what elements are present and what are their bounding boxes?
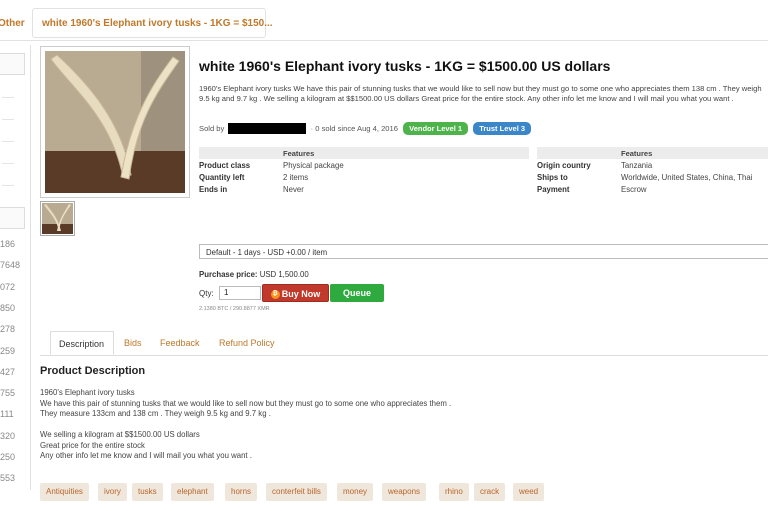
purchase-price-value: USD 1,500.00 [259,270,309,279]
sidebar-count-item[interactable]: 186 [0,239,28,249]
seller-row: Sold by · 0 sold since Aug 4, 2016 Vendo… [199,122,532,138]
features-header-label: Features [621,149,653,158]
features-table-left: Product class Physical package Quantity l… [199,160,529,196]
tag-chip[interactable]: elephant [171,483,214,501]
queue-button[interactable]: Queue [330,284,384,302]
description-line: They measure 133cm and 138 cm . They wei… [40,409,271,418]
ends-in-value: Never [283,185,304,194]
origin-country-label: Origin country [537,161,591,170]
sidebar-count-item[interactable]: 755 [0,388,28,398]
tag-chip[interactable]: ivory [98,483,127,501]
sidebar-count-item[interactable]: 250 [0,452,28,462]
ends-in-label: Ends in [199,185,228,194]
purchase-price-label: Purchase price: [199,270,258,279]
quantity-left-value: 2 items [283,173,309,182]
product-main-image[interactable] [40,46,190,198]
breadcrumb-bar: Other white 1960's Elephant ivory tusks … [0,0,768,41]
sidebar-divider [2,97,14,98]
quantity-input[interactable]: 1 [219,286,261,300]
breadcrumb-other-link[interactable]: Other [0,18,25,29]
sidebar-count-item[interactable]: 427 [0,367,28,377]
tag-chip[interactable]: rhino [439,483,469,501]
description-line: 1960's Elephant ivory tusks [40,388,135,397]
redacted-seller-name[interactable] [228,123,307,134]
sidebar-divider [2,185,14,186]
tag-chip[interactable]: tusks [132,483,163,501]
features-table-right: Origin country Tanzania Ships to Worldwide… [537,160,768,196]
sidebar-count-item[interactable]: 553 [0,473,28,483]
sold-since-text: · 0 sold since Aug 4, 2016 [310,124,398,133]
tag-chip[interactable]: weed [513,483,545,501]
sidebar-count-item[interactable]: 850 [0,303,28,313]
description-line: We have this pair of stunning tusks that… [40,398,452,408]
description-line: Great price for the entire stock [40,440,145,450]
description-line: Any other info let me know and I will ma… [40,451,252,460]
payment-value: Escrow [621,185,647,194]
ships-to-label: Ships to [537,173,568,182]
sidebar-count-item[interactable]: 072 [0,282,28,292]
features-header-right: Features [537,147,768,159]
sidebar-divider [2,119,14,120]
sidebar-count-item[interactable]: 111 [0,409,28,419]
quantity-left-label: Quantity left [199,173,245,182]
purchase-price: Purchase price: USD 1,500.00 [199,270,309,279]
product-class-value: Physical package [283,161,344,170]
tag-chip[interactable]: conterfeit bills [266,483,327,501]
features-header-left: Features [199,147,529,159]
tag-chip[interactable]: horns [225,483,258,501]
sidebar-search-input[interactable] [0,53,25,75]
left-sidebar: 186 7648 072 850 278 259 427 755 111 320 250 553 [0,45,31,490]
buy-now-button[interactable]: ₿ Buy Now [262,284,329,302]
product-description-heading: Product Description [40,365,146,377]
tab-description[interactable]: Description [50,331,114,355]
tag-chip[interactable]: Antiquities [40,483,89,501]
shipping-option-select[interactable]: Default - 1 days - USD +0.00 / item [199,244,768,259]
tag-chip[interactable]: weapons [382,483,427,501]
product-title: white 1960's Elephant ivory tusks - 1KG … [199,58,611,74]
bitcoin-icon: ₿ [270,290,280,300]
product-class-label: Product class [199,161,251,170]
tab-refund-policy[interactable]: Refund Policy [219,331,275,355]
tag-chip[interactable]: crack [474,483,506,501]
ships-to-value: Worldwide, United States, China, Thai [621,173,753,182]
sidebar-count-item[interactable]: 320 [0,431,28,441]
description-line [40,420,760,431]
tab-bids[interactable]: Bids [124,331,142,355]
tab-feedback[interactable]: Feedback [160,331,200,355]
payment-label: Payment [537,185,570,194]
tag-chip[interactable]: money [337,483,374,501]
product-description-body: 1960's Elephant ivory tusks We have this … [40,388,760,462]
thumbnail-photo [42,203,73,234]
description-line: We selling a kilogram at $$1500.00 US do… [40,430,200,439]
qty-label: Qty: [199,289,214,298]
product-short-description: 1960's Elephant ivory tusks We have this… [199,84,762,103]
breadcrumb-current-link[interactable]: white 1960's Elephant ivory tusks - 1KG … [42,18,273,29]
buy-now-label: Buy Now [281,289,321,299]
sidebar-count-item[interactable]: 278 [0,324,28,334]
sidebar-count-item[interactable]: 259 [0,346,28,356]
sold-by-label: Sold by [199,124,225,133]
trust-level-badge: Trust Level 3 [473,122,532,135]
vendor-level-badge: Vendor Level 1 [403,122,469,135]
sidebar-filter-input[interactable] [0,207,25,229]
sidebar-divider [2,163,14,164]
crypto-price-line: 2.1380 BTC / 290.8877 XMR [199,306,270,312]
origin-country-value: Tanzania [621,161,653,170]
product-tabs: Description Bids Feedback Refund Policy [40,331,768,356]
tusks-photo [45,51,185,193]
sidebar-divider [2,141,14,142]
product-thumbnail[interactable] [40,201,75,236]
features-header-label: Features [283,149,315,158]
sidebar-count-item[interactable]: 7648 [0,260,28,270]
